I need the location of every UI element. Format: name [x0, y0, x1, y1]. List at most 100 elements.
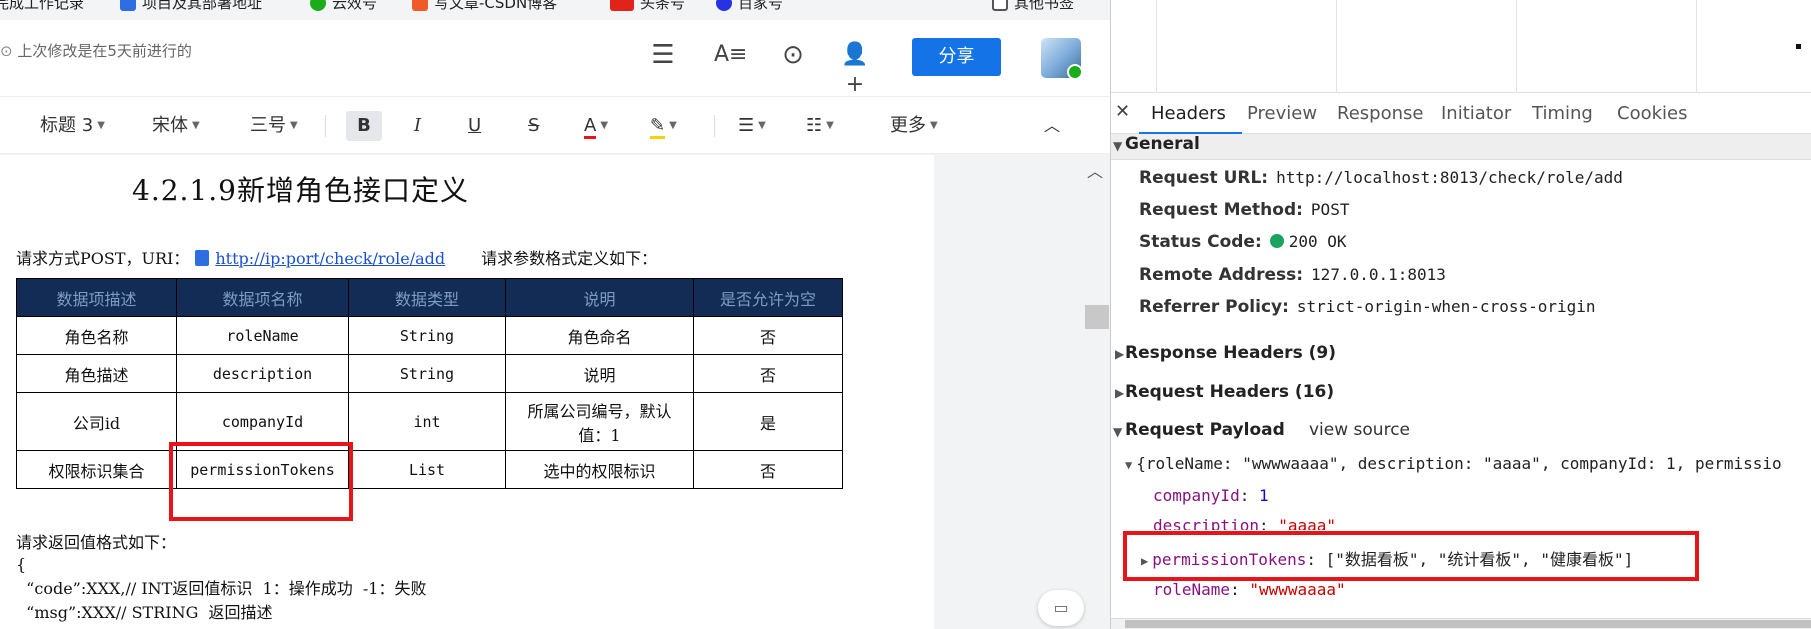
- general-row: Referrer Policy: strict-origin-when-cross…: [1139, 297, 1596, 317]
- table-cell: 权限标识集合: [16, 450, 177, 489]
- heading-select[interactable]: 标题 3 ▼: [40, 111, 105, 141]
- document-editor: 完成工作记录 项目及其部署地址 云效号 写文章-CSDN博客 头条号 百家号 其…: [0, 0, 1110, 629]
- bookmark-item[interactable]: 完成工作记录: [0, 0, 84, 13]
- list-button[interactable]: ☷ ▼: [806, 111, 834, 141]
- chevron-down-icon: ▼: [600, 120, 609, 131]
- scroll-thumb[interactable]: [1125, 620, 1811, 628]
- expand-triangle-icon: ▶: [1115, 386, 1125, 400]
- bookmark-item[interactable]: 写文章-CSDN博客: [412, 0, 557, 13]
- add-collaborator-icon[interactable]: 👤+: [840, 40, 870, 97]
- return-format-title: 请求返回值格式如下：: [16, 533, 177, 552]
- devtools-panel: ✕ Headers Preview Response Initiator Tim…: [1110, 0, 1811, 629]
- page-gutter: [934, 155, 1084, 629]
- bookmark-item[interactable]: 其他书签: [992, 0, 1074, 13]
- request-description: 请求方式POST，URI： http://ip:port/check/role/a…: [16, 249, 658, 268]
- table-cell: 公司id: [16, 392, 177, 451]
- code-line: “msg”:XXX// STRING 返回描述: [16, 603, 273, 622]
- toolbar-divider: [714, 115, 715, 137]
- underline-button[interactable]: U: [468, 111, 481, 141]
- csdn-icon: [412, 0, 428, 11]
- align-button[interactable]: ☰ ▼: [738, 111, 766, 141]
- chevron-down-icon: ▼: [669, 120, 677, 131]
- outline-menu-icon[interactable]: ☰: [648, 40, 678, 70]
- align-icon: ☰: [738, 115, 755, 136]
- green-chat-icon: [310, 0, 326, 11]
- payload-field: roleName: "wwwwaaaa": [1153, 580, 1346, 599]
- blue-doc-icon: [120, 0, 136, 11]
- general-row: Remote Address: 127.0.0.1:8013: [1139, 265, 1446, 285]
- general-row: Request URL: http://localhost:8013/check/…: [1139, 168, 1623, 188]
- table-cell: 所属公司编号，默认值：1: [505, 392, 694, 451]
- bookmark-item[interactable]: 百家号: [716, 0, 783, 13]
- bookmark-item[interactable]: 头条号: [610, 0, 685, 13]
- collapse-triangle-icon: ▼: [1113, 425, 1123, 439]
- table-cell: 是: [693, 392, 843, 451]
- table-cell: 说明: [505, 354, 694, 393]
- last-modified-text: ⊙ 上次修改是在5天前进行的: [0, 42, 192, 60]
- play-icon[interactable]: ⊙: [778, 40, 808, 70]
- close-icon[interactable]: ✕: [1115, 101, 1130, 122]
- code-line: “code”:XXX,// INT返回值标识 1：操作成功 -1：失败: [16, 579, 427, 598]
- table-header: 是否允许为空: [693, 278, 843, 317]
- waterfall-gridline: [1156, 0, 1157, 92]
- highlighter-icon: ✎: [650, 115, 666, 139]
- collapse-toolbar-icon[interactable]: ︿: [1044, 111, 1060, 141]
- waterfall-gridline: [1516, 0, 1517, 92]
- highlight-button[interactable]: ✎ ▼: [650, 111, 677, 141]
- devtools-tab-bar: ✕ Headers Preview Response Initiator Tim…: [1111, 92, 1811, 135]
- tab-cookies[interactable]: Cookies: [1617, 103, 1687, 124]
- text-format-icon[interactable]: A≡: [714, 40, 747, 70]
- table-header: 数据项描述: [16, 278, 177, 317]
- waterfall-gridline: [1336, 0, 1337, 92]
- tab-preview[interactable]: Preview: [1247, 103, 1317, 124]
- more-button[interactable]: 更多 ▼: [890, 111, 938, 141]
- payload-summary[interactable]: ▼ {roleName: "wwwwaaaa", description: "aa…: [1125, 454, 1782, 473]
- general-section-header[interactable]: ▼ General: [1111, 134, 1811, 160]
- highlight-box: [169, 442, 353, 521]
- font-color-button[interactable]: A ▼: [584, 111, 608, 141]
- table-cell: String: [348, 316, 506, 355]
- tab-timing[interactable]: Timing: [1532, 103, 1593, 124]
- strikethrough-button[interactable]: S: [528, 111, 539, 141]
- code-line: {: [16, 555, 27, 574]
- font-select[interactable]: 宋体 ▼: [152, 111, 200, 141]
- scroll-thumb[interactable]: [1085, 305, 1109, 329]
- avatar[interactable]: [1041, 38, 1083, 80]
- italic-button[interactable]: I: [414, 111, 421, 141]
- bold-button[interactable]: B: [346, 111, 382, 141]
- collapse-triangle-icon: ▼: [1113, 139, 1123, 153]
- share-button[interactable]: 分享: [912, 38, 1001, 76]
- table-cell: String: [348, 354, 506, 393]
- baijiahao-icon: [716, 0, 732, 11]
- return-format-code: { “code”:XXX,// INT返回值标识 1：操作成功 -1：失败 “m…: [16, 553, 426, 625]
- chevron-up-icon[interactable]: ︿: [1087, 158, 1103, 182]
- collapse-triangle-icon: ▼: [1125, 458, 1133, 472]
- payload-field: description: "aaaa": [1153, 516, 1337, 530]
- table-row: 角色名称 roleName String 角色命名 否: [16, 316, 843, 355]
- tab-initiator[interactable]: Initiator: [1441, 103, 1511, 124]
- vertical-scrollbar[interactable]: [1084, 155, 1110, 629]
- bookmark-item[interactable]: 云效号: [310, 0, 377, 13]
- view-source-link[interactable]: view source: [1309, 420, 1410, 440]
- clock-icon: ⊙: [0, 42, 18, 60]
- wechat-badge-icon: [1067, 64, 1083, 80]
- tab-response[interactable]: Response: [1337, 103, 1423, 124]
- request-uri-link[interactable]: http://ip:port/check/role/add: [215, 249, 445, 268]
- tab-headers[interactable]: Headers: [1151, 103, 1226, 124]
- expand-triangle-icon: ▶: [1115, 347, 1125, 361]
- bookmark-item[interactable]: 项目及其部署地址: [120, 0, 262, 13]
- toutiao-icon: [610, 0, 634, 11]
- table-cell: 否: [693, 354, 843, 393]
- font-size-select[interactable]: 三号 ▼: [250, 111, 298, 141]
- parameter-table: 数据项描述 数据项名称 数据类型 说明 是否允许为空 角色名称 roleName…: [16, 278, 843, 489]
- waterfall-gridline: [1696, 0, 1697, 92]
- table-header: 数据类型: [348, 278, 506, 317]
- side-float-button[interactable]: ▭: [1038, 590, 1084, 626]
- table-cell: 角色命名: [505, 316, 694, 355]
- table-cell: int: [348, 392, 506, 451]
- general-row: Request Method: POST: [1139, 200, 1350, 220]
- table-cell: 否: [693, 316, 843, 355]
- chevron-down-icon: ▼: [758, 120, 766, 131]
- highlight-box: [1123, 531, 1699, 581]
- clipboard-icon: ▭: [1053, 598, 1069, 617]
